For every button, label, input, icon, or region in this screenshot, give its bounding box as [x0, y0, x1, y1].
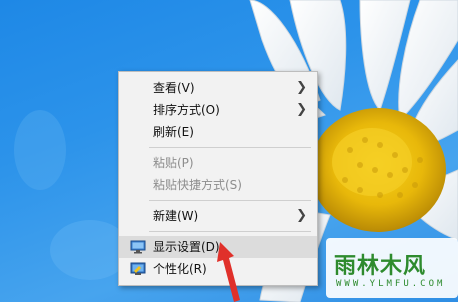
menu-item-label: 排序方式(O): [153, 103, 220, 117]
menu-item-refresh[interactable]: 刷新(E): [119, 121, 317, 143]
menu-item-label: 查看(V): [153, 81, 195, 95]
menu-separator: [149, 200, 311, 201]
personalize-icon: [130, 262, 146, 275]
menu-item-label: 粘贴(P): [153, 156, 194, 170]
watermark-logo: 雨林木风 WWW.YLMFU.COM: [326, 238, 458, 298]
watermark-url: WWW.YLMFU.COM: [336, 279, 446, 289]
menu-item-sort-by[interactable]: 排序方式(O) ❯: [119, 99, 317, 121]
menu-separator: [149, 147, 311, 148]
menu-separator: [149, 231, 311, 232]
display-icon: [130, 240, 146, 254]
menu-item-label: 刷新(E): [153, 125, 194, 139]
desktop[interactable]: 查看(V) ❯ 排序方式(O) ❯ 刷新(E) 粘贴(P) 粘贴快捷方式(S) …: [0, 0, 458, 302]
menu-item-label: 粘贴快捷方式(S): [153, 178, 242, 192]
chevron-right-icon: ❯: [296, 208, 307, 223]
menu-item-paste-shortcut[interactable]: 粘贴快捷方式(S): [119, 174, 317, 196]
chevron-right-icon: ❯: [296, 80, 307, 95]
menu-item-new[interactable]: 新建(W) ❯: [119, 205, 317, 227]
menu-item-view[interactable]: 查看(V) ❯: [119, 77, 317, 99]
watermark-name: 雨林木风: [334, 254, 427, 279]
menu-item-label: 新建(W): [153, 209, 199, 223]
menu-item-label: 个性化(R): [153, 262, 207, 276]
annotation-arrow-icon: [217, 242, 240, 302]
chevron-right-icon: ❯: [296, 102, 307, 117]
menu-item-paste[interactable]: 粘贴(P): [119, 152, 317, 174]
